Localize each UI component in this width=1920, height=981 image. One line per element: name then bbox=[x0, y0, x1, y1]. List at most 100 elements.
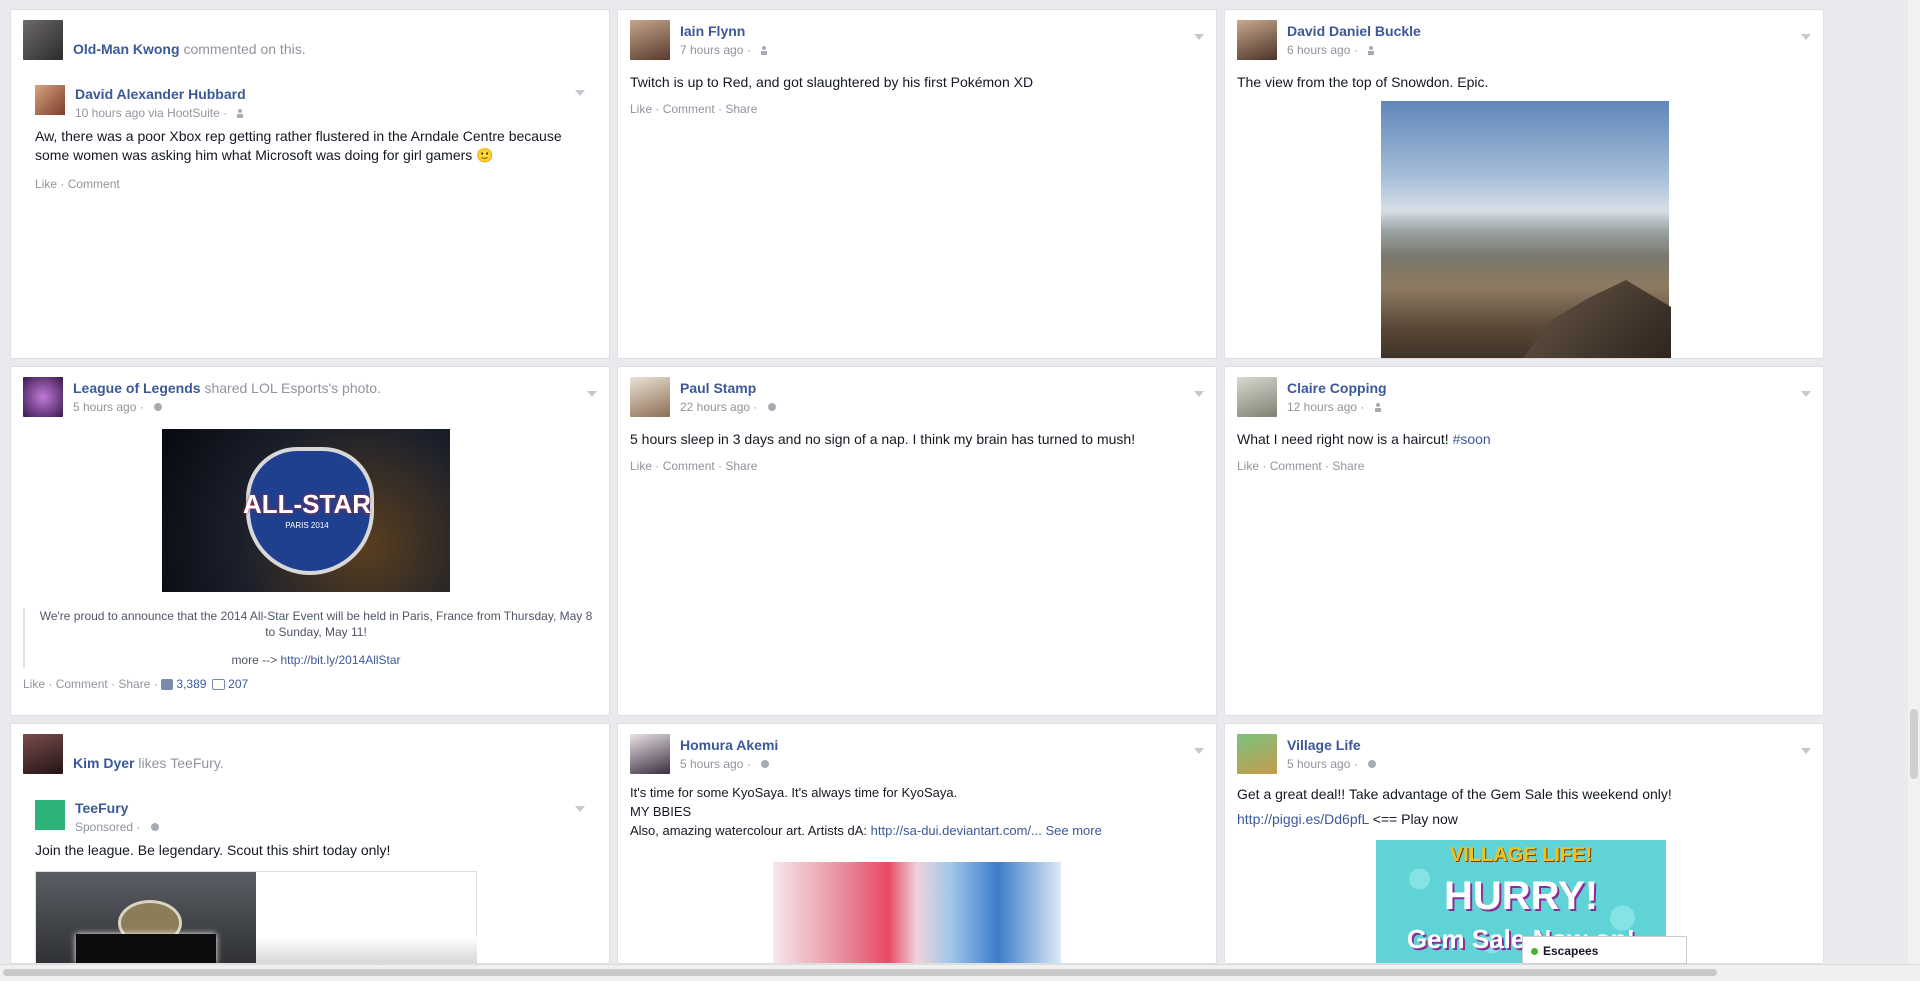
hashtag-link[interactable]: #soon bbox=[1453, 431, 1491, 447]
story-header: Homura Akemi 5 hours ago · bbox=[630, 734, 1204, 774]
like-link[interactable]: Like bbox=[630, 459, 652, 473]
avatar[interactable] bbox=[630, 20, 670, 60]
liked-page-link[interactable]: TeeFury. bbox=[170, 755, 223, 771]
chevron-down-icon[interactable] bbox=[1194, 748, 1204, 754]
chevron-down-icon[interactable] bbox=[1801, 748, 1811, 754]
globe-icon[interactable] bbox=[150, 822, 160, 832]
comment-link[interactable]: Comment bbox=[663, 102, 715, 116]
like-link[interactable]: Like bbox=[1237, 459, 1259, 473]
avatar[interactable] bbox=[23, 20, 63, 60]
chat-tab-escapees[interactable]: Escapees bbox=[1522, 936, 1687, 964]
story-timestamp: 7 hours ago · bbox=[680, 43, 770, 57]
story-timestamp: 6 hours ago · bbox=[1287, 43, 1377, 57]
avatar[interactable] bbox=[1237, 20, 1277, 60]
comments-count[interactable]: 207 bbox=[228, 677, 248, 691]
likes-count[interactable]: 3,389 bbox=[176, 677, 206, 691]
avatar[interactable] bbox=[23, 734, 63, 774]
story-text: What I need right now is a haircut! #soo… bbox=[1237, 431, 1491, 447]
comment-link[interactable]: Comment bbox=[1270, 459, 1322, 473]
globe-icon[interactable] bbox=[1367, 759, 1377, 769]
like-link[interactable]: Like bbox=[23, 677, 45, 691]
story-header: Iain Flynn 7 hours ago · bbox=[630, 20, 1204, 60]
story-text: The view from the top of Snowdon. Epic. bbox=[1237, 74, 1489, 90]
story-text: Twitch is up to Red, and got slaughtered… bbox=[630, 74, 1034, 90]
author-name-link[interactable]: League of Legends bbox=[73, 380, 201, 396]
all-star-link[interactable]: http://bit.ly/2014AllStar bbox=[280, 653, 400, 667]
globe-icon[interactable] bbox=[767, 402, 777, 412]
actor-name-link[interactable]: Old-Man Kwong bbox=[73, 41, 180, 57]
comment-link[interactable]: Comment bbox=[56, 677, 108, 691]
ad-product-card[interactable] bbox=[35, 871, 477, 963]
horizontal-scrollbar[interactable] bbox=[0, 964, 1920, 981]
friends-audience-icon[interactable] bbox=[236, 108, 246, 118]
feed-story-league-of-legends: League of Legends shared LOL Esports's p… bbox=[10, 366, 610, 716]
inner-author-link[interactable]: TeeFury bbox=[75, 800, 128, 816]
avatar[interactable] bbox=[1237, 377, 1277, 417]
inner-avatar[interactable] bbox=[35, 85, 75, 115]
avatar[interactable] bbox=[630, 377, 670, 417]
author-name-link[interactable]: Claire Copping bbox=[1287, 380, 1387, 396]
author-name-link[interactable]: Iain Flynn bbox=[680, 23, 745, 39]
shirt-image[interactable] bbox=[36, 872, 256, 963]
share-link[interactable]: Share bbox=[725, 102, 757, 116]
chevron-down-icon[interactable] bbox=[1194, 34, 1204, 40]
chevron-down-icon[interactable] bbox=[1194, 391, 1204, 397]
friends-audience-icon[interactable] bbox=[1367, 45, 1377, 55]
sponsored-label: Sponsored · bbox=[75, 820, 160, 834]
banner-hurry: HURRY! bbox=[1443, 874, 1599, 918]
like-link[interactable]: Like bbox=[35, 177, 57, 191]
story-actions: Like · Comment · Share · 3,389 207 bbox=[23, 677, 249, 691]
avatar[interactable] bbox=[23, 377, 63, 417]
all-star-banner-image[interactable]: ALL-STAR PARIS 2014 bbox=[162, 429, 450, 592]
chevron-down-icon[interactable] bbox=[575, 90, 585, 96]
inner-author-link[interactable]: David Alexander Hubbard bbox=[75, 86, 246, 102]
actor-name-link[interactable]: Kim Dyer bbox=[73, 755, 134, 771]
watercolour-art-image[interactable] bbox=[773, 862, 1061, 963]
comment-link[interactable]: Comment bbox=[68, 177, 120, 191]
banner-title: ALL-STAR bbox=[242, 489, 372, 519]
globe-icon[interactable] bbox=[760, 759, 770, 769]
globe-icon[interactable] bbox=[153, 402, 163, 412]
share-link[interactable]: Share bbox=[1332, 459, 1364, 473]
story-actions: Like · Comment · Share bbox=[630, 102, 758, 116]
friends-audience-icon[interactable] bbox=[760, 45, 770, 55]
chevron-down-icon[interactable] bbox=[587, 391, 597, 397]
share-link[interactable]: Share bbox=[118, 677, 150, 691]
story-timestamp: 5 hours ago · bbox=[73, 400, 163, 414]
chevron-down-icon[interactable] bbox=[1801, 391, 1811, 397]
snowdon-photo[interactable] bbox=[1381, 101, 1671, 358]
see-more-link[interactable]: See more bbox=[1045, 823, 1101, 838]
shared-from-link[interactable]: LOL Esports bbox=[251, 380, 328, 396]
online-status-icon bbox=[1531, 948, 1538, 955]
banner-top: VILLAGE LIFE! bbox=[1449, 844, 1593, 866]
inner-avatar[interactable] bbox=[35, 800, 65, 830]
comment-link[interactable]: Comment bbox=[663, 459, 715, 473]
author-name-link[interactable]: David Daniel Buckle bbox=[1287, 23, 1421, 39]
story-text: Join the league. Be legendary. Scout thi… bbox=[35, 842, 391, 858]
shared-quote: We're proud to announce that the 2014 Al… bbox=[23, 608, 595, 668]
story-actor-line: Kim Dyer likes TeeFury. bbox=[73, 755, 224, 771]
story-actions: Like · Comment bbox=[35, 177, 120, 191]
avatar[interactable] bbox=[630, 734, 670, 774]
like-link[interactable]: Like bbox=[630, 102, 652, 116]
friends-audience-icon[interactable] bbox=[1374, 402, 1384, 412]
share-link[interactable]: Share bbox=[725, 459, 757, 473]
horizontal-scroll-thumb[interactable] bbox=[3, 969, 1717, 976]
author-name-link[interactable]: Paul Stamp bbox=[680, 380, 756, 396]
vertical-scroll-thumb[interactable] bbox=[1910, 709, 1918, 779]
play-now-link[interactable]: http://piggi.es/Dd6pfL bbox=[1237, 811, 1369, 827]
chevron-down-icon[interactable] bbox=[575, 806, 585, 812]
story-header: Paul Stamp 22 hours ago · bbox=[630, 377, 1204, 417]
thumbs-up-icon[interactable] bbox=[161, 679, 174, 690]
deviantart-link[interactable]: http://sa-dui.deviantart.com/... bbox=[871, 823, 1042, 838]
story-text: It's time for some KyoSaya. It's always … bbox=[630, 783, 1202, 840]
avatar[interactable] bbox=[1237, 734, 1277, 774]
comment-bubble-icon[interactable] bbox=[211, 679, 225, 690]
banner-subtitle: PARIS 2014 bbox=[285, 521, 329, 530]
feed-story-homura-akemi: Homura Akemi 5 hours ago · It's time for… bbox=[617, 723, 1217, 964]
vertical-scrollbar[interactable] bbox=[1908, 0, 1920, 964]
author-name-link[interactable]: Village Life bbox=[1287, 737, 1361, 753]
author-name-link[interactable]: Homura Akemi bbox=[680, 737, 778, 753]
chevron-down-icon[interactable] bbox=[1801, 34, 1811, 40]
text-line-1: Get a great deal!! Take advantage of the… bbox=[1237, 786, 1672, 802]
